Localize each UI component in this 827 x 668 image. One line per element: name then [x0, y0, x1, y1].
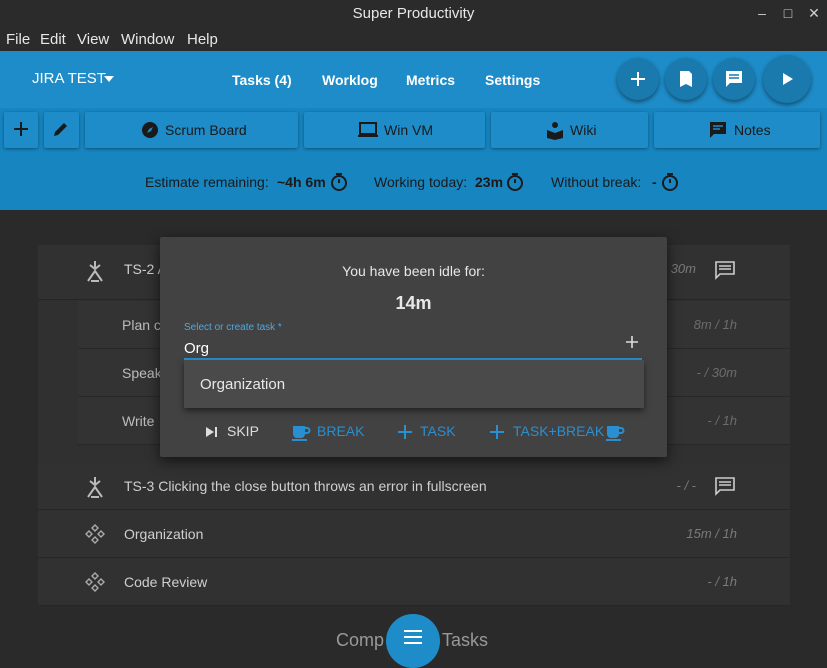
jira-icon [87, 477, 103, 498]
nav-settings[interactable]: Settings [485, 72, 540, 88]
menu-edit[interactable]: Edit [40, 31, 66, 48]
minimize-button[interactable]: – [752, 4, 772, 22]
task-label: TASK [420, 423, 456, 439]
subtask-title: Plan c [122, 317, 161, 333]
comment-icon[interactable] [714, 260, 736, 280]
drag-handle-icon[interactable] [84, 571, 106, 593]
coffee-icon [606, 426, 625, 441]
win-vm-button[interactable]: Win VM [304, 112, 485, 148]
completed-tasks-label: Comp [336, 630, 385, 650]
menu-window[interactable]: Window [121, 31, 174, 48]
subtask-title: Speak [122, 365, 162, 381]
working-label: Working today: [374, 174, 468, 190]
nav-tasks[interactable]: Tasks (4) [232, 72, 292, 88]
project-toolbar: Scrum Board Win VM Wiki Notes Estimate r… [0, 108, 827, 210]
scrum-board-label: Scrum Board [165, 122, 247, 138]
title-bar: Super Productivity – □ ✕ [0, 0, 827, 28]
pencil-icon [54, 123, 67, 136]
skip-next-icon [206, 427, 217, 437]
menu-help[interactable]: Help [187, 31, 218, 48]
chevron-down-icon[interactable] [104, 76, 114, 82]
compass-icon [142, 122, 158, 138]
idle-duration: 14m [395, 293, 432, 313]
wiki-label: Wiki [570, 122, 597, 138]
estimate-value: ~4h 6m [277, 174, 326, 190]
notes-icon [710, 122, 726, 138]
wiki-button[interactable]: Wiki [491, 112, 648, 148]
timer-icon [507, 173, 523, 191]
without-break-value: - [652, 174, 657, 190]
toggle-done-tasks-button[interactable] [386, 614, 440, 668]
nav-worklog[interactable]: Worklog [322, 72, 378, 88]
add-icon [398, 425, 412, 439]
window-title: Super Productivity [352, 5, 475, 22]
subtask-time: - / 1h [707, 413, 737, 428]
task-time: 30m [670, 261, 696, 276]
completed-tasks-label-2: Tasks [442, 630, 489, 650]
task-title: Code Review [124, 574, 208, 590]
play-button[interactable] [763, 55, 811, 103]
working-value: 23m [475, 174, 504, 190]
add-icon [631, 72, 645, 86]
scrum-board-button[interactable]: Scrum Board [85, 112, 298, 148]
task-title: TS-3 Clicking the close button throws an… [124, 478, 487, 494]
notes-toggle-button[interactable] [713, 58, 755, 100]
laptop-icon [358, 122, 378, 137]
task-row[interactable]: Organization 15m / 1h [38, 511, 790, 558]
autocomplete-option[interactable]: Organization [200, 376, 285, 393]
edit-bookmarks-button[interactable] [44, 112, 79, 148]
add-icon [490, 425, 504, 439]
task-select-label: Select or create task * [184, 322, 282, 333]
reader-icon [547, 122, 563, 140]
autocomplete-panel: Organization [184, 360, 644, 408]
win-vm-label: Win VM [384, 122, 433, 138]
timer-icon [662, 173, 678, 191]
task-time: 15m / 1h [686, 526, 737, 541]
add-bookmark-button[interactable] [4, 112, 38, 148]
break-label: BREAK [317, 423, 365, 439]
drag-handle-icon[interactable] [84, 523, 106, 545]
jira-icon [87, 261, 103, 282]
subtask-title: Write [122, 413, 155, 429]
idle-dialog-title: You have been idle for: [342, 263, 485, 279]
nav-metrics[interactable]: Metrics [406, 72, 455, 88]
task-time: - / - [676, 478, 697, 493]
play-icon [783, 73, 793, 85]
maximize-button[interactable]: □ [778, 4, 798, 22]
project-selector[interactable]: JIRA TEST [32, 70, 106, 87]
menu-view[interactable]: View [77, 31, 109, 48]
subtask-time: 8m / 1h [693, 317, 737, 332]
add-icon [14, 122, 28, 136]
task-time: - / 1h [707, 574, 737, 589]
comment-icon[interactable] [714, 476, 736, 496]
without-break-label: Without break: [551, 174, 642, 190]
task-break-label: TASK+BREAK [513, 423, 605, 439]
subtask-time: - / 30m [696, 365, 737, 380]
menu-bar: File Edit View Window Help [0, 28, 827, 51]
task-select-input[interactable] [184, 338, 642, 358]
chat-icon [726, 71, 742, 87]
close-button[interactable]: ✕ [804, 4, 824, 22]
skip-label: SKIP [227, 423, 259, 439]
menu-file[interactable]: File [6, 31, 30, 48]
add-icon[interactable] [624, 334, 640, 350]
task-row[interactable]: Code Review - / 1h [38, 559, 790, 606]
estimate-label: Estimate remaining: [145, 174, 269, 190]
add-task-button[interactable] [617, 58, 659, 100]
task-title: Organization [124, 526, 204, 542]
notes-button[interactable]: Notes [654, 112, 820, 148]
idle-dialog: You have been idle for: 14m Select or cr… [160, 237, 667, 457]
bookmarks-button[interactable] [665, 58, 707, 100]
app-header: JIRA TEST Tasks (4) Worklog Metrics Sett… [0, 51, 827, 108]
coffee-icon [292, 426, 311, 441]
task-row[interactable]: TS-3 Clicking the close button throws an… [38, 463, 790, 510]
notes-label: Notes [734, 122, 771, 138]
list-icon [404, 630, 422, 644]
timer-icon [331, 173, 347, 191]
bookmark-icon [680, 71, 692, 87]
